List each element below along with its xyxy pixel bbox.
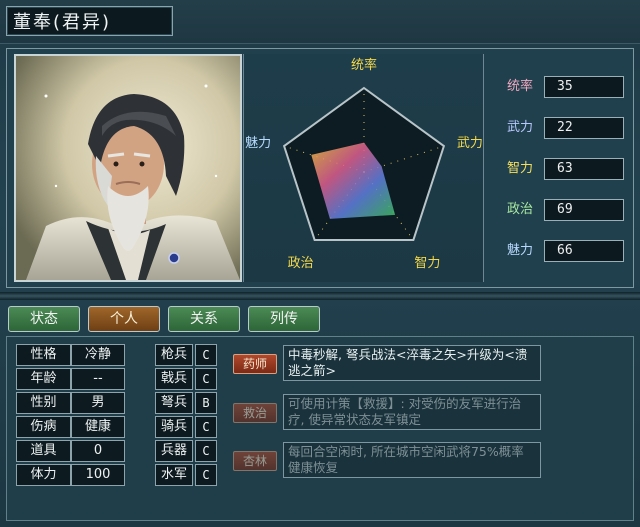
troop-label-halberd: 戟兵 xyxy=(155,368,193,390)
stat-row-strength: 武力 22 xyxy=(500,117,624,139)
radar-axis-label: 魅力 xyxy=(245,136,271,151)
radar-axis-label: 统率 xyxy=(351,57,377,73)
skill-desc-pharmacist: 中毒秒解, 弩兵战法<淬毒之矢>升级为<溃逃之箭> xyxy=(283,345,541,381)
troop-grade-crossbow: B xyxy=(195,392,217,414)
radar-axis-label: 武力 xyxy=(457,136,483,151)
stat-value: 69 xyxy=(544,199,624,221)
officer-name: 董奉(君异) xyxy=(13,12,112,33)
info-label-items: 道具 xyxy=(16,440,71,462)
officer-portrait xyxy=(14,54,242,282)
tab-biography[interactable]: 列传 xyxy=(248,306,320,332)
stat-row-intelligence: 智力 63 xyxy=(500,158,624,180)
tab-status[interactable]: 状态 xyxy=(8,306,80,332)
tab-personal[interactable]: 个人 xyxy=(88,306,160,332)
radar-axis-label: 政治 xyxy=(288,256,314,271)
stat-label: 魅力 xyxy=(506,243,533,258)
tab-label: 列传 xyxy=(270,311,298,327)
info-value-items: 0 xyxy=(71,440,125,462)
stat-row-politics: 政治 69 xyxy=(500,199,624,221)
stat-value: 35 xyxy=(544,76,624,98)
stat-value: 22 xyxy=(544,117,624,139)
tab-relations[interactable]: 关系 xyxy=(168,306,240,332)
stat-row-charisma: 魅力 66 xyxy=(500,240,624,262)
skill-desc-apricot-forest: 每回合空闲时, 所在城市空闲武将75%概率健康恢复 xyxy=(283,442,541,478)
radar-panel: 统率武力智力 政治 魅力 xyxy=(243,54,484,282)
info-value-gender: 男 xyxy=(71,392,125,414)
tab-label: 个人 xyxy=(110,311,138,327)
radar-chart: 统率武力智力 政治 魅力 xyxy=(245,57,483,271)
troop-grade-halberd: C xyxy=(195,368,217,390)
radar-axis-label: 智力 xyxy=(414,256,440,271)
troop-grade-cavalry: C xyxy=(195,416,217,438)
info-label-personality: 性格 xyxy=(16,344,71,366)
troop-grade-spear: C xyxy=(195,344,217,366)
troop-label-siege: 兵器 xyxy=(155,440,193,462)
skill-tag-apricot-forest[interactable]: 杏林 xyxy=(233,451,277,471)
stats-panel: 统率 35 武力 22 智力 63 政治 69 魅力 66 xyxy=(486,54,630,282)
skill-tag-pharmacist[interactable]: 药师 xyxy=(233,354,277,374)
troop-label-crossbow: 弩兵 xyxy=(155,392,193,414)
stat-label: 统率 xyxy=(506,79,533,94)
info-value-personality: 冷静 xyxy=(71,344,125,366)
info-value-age: -- xyxy=(71,368,125,390)
skill-tag-rescue[interactable]: 救治 xyxy=(233,403,277,423)
info-label-stamina: 体力 xyxy=(16,464,71,486)
stat-value: 63 xyxy=(544,158,624,180)
stat-label: 政治 xyxy=(506,202,533,217)
troop-grade-navy: C xyxy=(195,464,217,486)
officer-name-title: 董奉(君异) xyxy=(6,6,173,36)
troop-label-navy: 水军 xyxy=(155,464,193,486)
section-divider xyxy=(0,292,640,300)
stat-label: 武力 xyxy=(506,120,533,135)
info-label-age: 年龄 xyxy=(16,368,71,390)
skill-desc-rescue: 可使用计策【救援】: 对受伤的友军进行治疗, 使异常状态友军镇定 xyxy=(283,394,541,430)
stat-label: 智力 xyxy=(506,161,533,176)
troop-label-cavalry: 骑兵 xyxy=(155,416,193,438)
troop-label-spear: 枪兵 xyxy=(155,344,193,366)
tab-label: 状态 xyxy=(30,311,58,327)
stat-row-command: 统率 35 xyxy=(500,76,624,98)
info-label-gender: 性别 xyxy=(16,392,71,414)
info-value-injury: 健康 xyxy=(71,416,125,438)
stat-value: 66 xyxy=(544,240,624,262)
portrait-image xyxy=(16,56,240,280)
info-value-stamina: 100 xyxy=(71,464,125,486)
tab-label: 关系 xyxy=(190,311,218,327)
troop-grade-siege: C xyxy=(195,440,217,462)
info-label-injury: 伤病 xyxy=(16,416,71,438)
